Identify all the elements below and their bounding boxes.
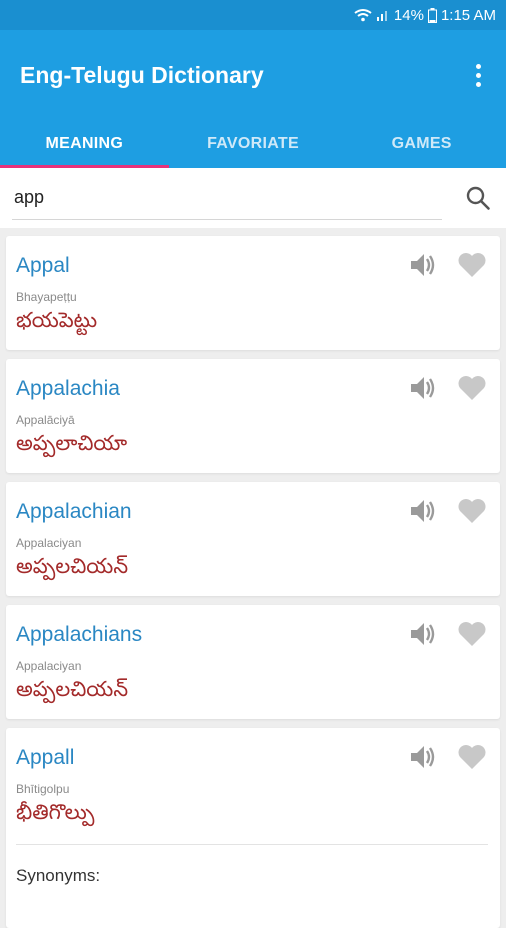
tab-favoriate[interactable]: FAVORIATE: [169, 120, 338, 168]
entry-word: Appalachian: [16, 500, 132, 523]
entry-word: Appal: [16, 254, 70, 277]
search-icon[interactable]: [460, 180, 496, 216]
clock: 1:15 AM: [440, 6, 496, 24]
speaker-icon[interactable]: [408, 496, 440, 526]
signal-icon: [376, 8, 390, 22]
speaker-icon[interactable]: [408, 250, 440, 280]
heart-icon[interactable]: [456, 619, 488, 649]
entry-word: Appalachians: [16, 623, 143, 646]
divider: [16, 844, 488, 845]
heart-icon[interactable]: [456, 373, 488, 403]
status-bar: 14% 1:15 AM: [0, 0, 506, 30]
heart-icon[interactable]: [456, 496, 488, 526]
search-bar: [0, 168, 506, 228]
speaker-icon[interactable]: [408, 742, 440, 772]
entry-telugu: అప్పలచియన్: [16, 555, 129, 578]
list-item[interactable]: Appal Bhayapeṭṭu భయపెట్టు: [6, 236, 500, 350]
entry-transliteration: Bhayapeṭṭu: [16, 290, 77, 304]
overflow-menu-icon[interactable]: [468, 60, 488, 90]
app-title: Eng-Telugu Dictionary: [20, 61, 264, 88]
entry-telugu: అప్పలాచియా: [16, 432, 128, 455]
synonyms-label: Synonyms:: [16, 866, 101, 885]
heart-icon[interactable]: [456, 250, 488, 280]
speaker-icon[interactable]: [408, 373, 440, 403]
entry-telugu: అప్పలచియన్: [16, 678, 129, 701]
tab-bar: MEANING FAVORIATE GAMES: [0, 120, 506, 168]
entry-transliteration: Appalaciyan: [16, 659, 82, 673]
speaker-icon[interactable]: [408, 619, 440, 649]
list-item[interactable]: Appalachians Appalaciyan అప్పలచియన్: [6, 605, 500, 719]
search-input[interactable]: [12, 176, 442, 220]
entry-telugu: భయపెట్టు: [16, 309, 98, 332]
battery-icon: [427, 7, 437, 23]
list-item[interactable]: Appalachian Appalaciyan అప్పలచియన్: [6, 482, 500, 596]
entry-word: Appall: [16, 746, 75, 769]
entry-transliteration: Appalaciyan: [16, 536, 82, 550]
list-item[interactable]: Appalachia Appalāciyā అప్పలాచియా: [6, 359, 500, 473]
battery-percent: 14%: [393, 6, 424, 24]
wifi-icon: [354, 8, 372, 22]
entry-telugu: భీతిగొల్పు: [16, 801, 95, 824]
tab-meaning[interactable]: MEANING: [0, 120, 169, 168]
entry-transliteration: Bhītigolpu: [16, 782, 70, 796]
list-item-expanded[interactable]: Appall Bhītigolpu భీతిగొల్పు Synonyms:: [6, 728, 500, 928]
results-list: Appal Bhayapeṭṭu భయపెట్టు Appalachia App…: [0, 228, 506, 928]
tab-games[interactable]: GAMES: [337, 120, 506, 168]
heart-icon[interactable]: [456, 742, 488, 772]
app-bar: Eng-Telugu Dictionary: [0, 30, 506, 120]
entry-word: Appalachia: [16, 377, 120, 400]
entry-transliteration: Appalāciyā: [16, 413, 75, 427]
